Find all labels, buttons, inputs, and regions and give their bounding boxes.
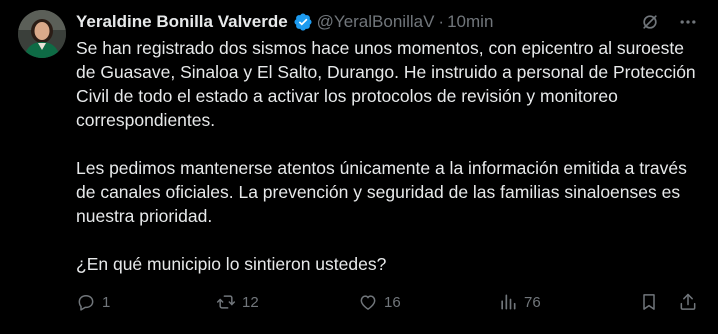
views-button[interactable]: 76 — [498, 289, 541, 315]
tweet-text: Se han registrado dos sismos hace unos m… — [76, 36, 706, 276]
timestamp[interactable]: 10min — [447, 11, 493, 33]
share-button[interactable] — [678, 289, 698, 315]
tweet: Yeraldine Bonilla Valverde @YeralBonilla… — [0, 0, 718, 334]
reply-icon — [78, 295, 94, 311]
verified-badge-icon — [293, 12, 313, 32]
repost-button[interactable]: 12 — [216, 289, 259, 315]
like-icon — [360, 295, 376, 310]
grok-icon[interactable] — [638, 10, 662, 34]
bookmark-button[interactable] — [639, 289, 659, 315]
share-icon — [680, 293, 696, 310]
author-name[interactable]: Yeraldine Bonilla Valverde — [76, 11, 288, 33]
action-bar: 1 12 16 76 — [76, 289, 700, 315]
tweet-paragraph: Les pedimos mantenerse atentos únicament… — [76, 158, 687, 226]
views-icon — [501, 294, 516, 310]
more-icon[interactable] — [676, 10, 700, 34]
tweet-paragraph: Se han registrado dos sismos hace unos m… — [76, 38, 696, 130]
repost-count: 12 — [242, 293, 259, 311]
reply-count: 1 — [102, 293, 111, 311]
like-count: 16 — [384, 293, 401, 311]
author-handle[interactable]: @YeralBonillaV — [317, 11, 435, 33]
tweet-header: Yeraldine Bonilla Valverde @YeralBonilla… — [76, 11, 638, 33]
top-actions — [638, 10, 700, 34]
like-button[interactable]: 16 — [358, 289, 401, 315]
repost-icon — [216, 295, 236, 309]
header-separator: · — [438, 12, 445, 31]
reply-button[interactable]: 1 — [76, 289, 110, 315]
bookmark-icon — [643, 294, 655, 310]
tweet-paragraph: ¿En qué municipio lo sintieron ustedes? — [76, 254, 387, 274]
avatar[interactable] — [18, 10, 66, 58]
views-count: 76 — [524, 293, 541, 311]
